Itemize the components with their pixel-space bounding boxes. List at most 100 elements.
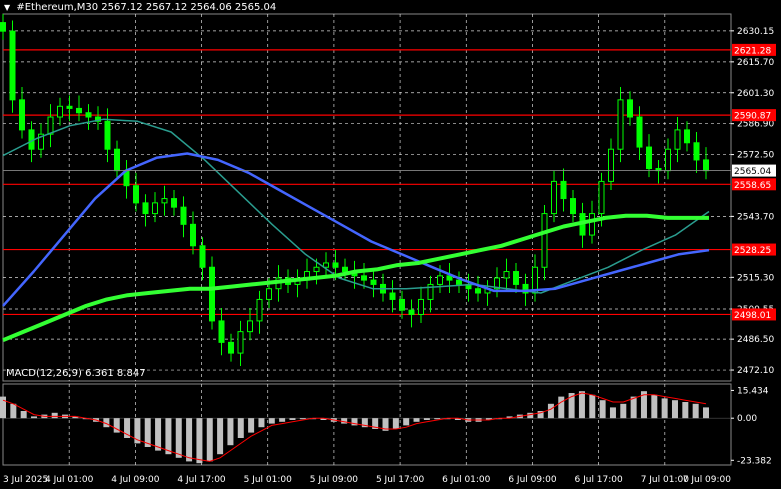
candle <box>218 320 225 343</box>
macd-y-tick-label: 0.00 <box>737 414 757 424</box>
candle <box>408 309 415 315</box>
x-tick-label: 5 Jul 09:00 <box>310 475 359 485</box>
macd-bar <box>413 418 420 422</box>
candle <box>598 180 605 215</box>
macd-bar <box>165 418 172 455</box>
candle <box>266 288 272 300</box>
candle <box>47 116 54 135</box>
candle <box>551 180 557 215</box>
macd-bar <box>237 418 244 438</box>
x-tick-label: 6 Jul 09:00 <box>508 475 557 485</box>
macd-bar <box>630 396 637 419</box>
y-tick-label: 2472.10 <box>737 366 774 376</box>
macd-bar <box>609 407 616 419</box>
macd-bar <box>51 412 58 419</box>
macd-bar <box>279 418 286 422</box>
macd-bar <box>558 396 565 419</box>
candle <box>703 159 709 172</box>
candle <box>674 129 681 150</box>
candle <box>399 298 405 311</box>
candle <box>608 148 614 182</box>
candle <box>646 146 652 170</box>
candle <box>389 292 396 300</box>
candle <box>171 198 177 208</box>
level-price-label: 2498.01 <box>734 311 771 321</box>
x-tick-label: 4 Jul 17:00 <box>177 475 226 485</box>
candle <box>237 331 244 354</box>
candle <box>665 148 671 172</box>
candle <box>446 275 453 281</box>
main-frame <box>2 13 732 382</box>
macd-bar <box>703 407 709 419</box>
x-tick-label: 7 Jul 09:00 <box>683 475 732 485</box>
candle <box>256 298 263 322</box>
macd-label: MACD(12,26,9) 6.361 8.847 <box>6 368 146 379</box>
candle <box>560 180 567 200</box>
macd-bar <box>671 400 678 419</box>
x-tick-label: 3 Jul 2025 <box>3 475 48 485</box>
candle <box>104 120 111 150</box>
candle <box>76 107 82 114</box>
candle <box>342 266 348 273</box>
price-chart[interactable]: 3 Jul 20254 Jul 01:00 4 Jul 09:00 4 Jul 17… <box>0 0 781 489</box>
candle <box>589 213 595 236</box>
candle <box>199 245 206 268</box>
x-tick-label: 4 Jul 01:00 <box>45 475 94 485</box>
macd-y-tick-label: -23.382 <box>737 456 772 466</box>
candle <box>636 116 643 148</box>
candle <box>66 105 73 109</box>
candle <box>9 30 16 101</box>
macd-bar <box>403 418 410 426</box>
x-tick-label: 6 Jul 17:00 <box>575 475 624 485</box>
macd-bar <box>206 418 213 462</box>
y-tick-label: 2615.70 <box>737 58 774 68</box>
macd-bar <box>20 411 27 419</box>
candle <box>684 129 690 144</box>
candle <box>0 22 6 32</box>
x-tick-label: 4 Jul 09:00 <box>111 475 160 485</box>
candle <box>627 99 633 118</box>
y-tick-label: 2630.15 <box>737 27 774 37</box>
macd-bar <box>268 418 275 424</box>
x-tick-label: 5 Jul 17:00 <box>376 475 425 485</box>
candle <box>247 320 253 333</box>
candle <box>209 266 215 322</box>
candle <box>57 105 63 118</box>
level-price-label: 2621.28 <box>734 46 771 56</box>
y-tick-label: 2572.50 <box>737 151 774 161</box>
x-tick-label: 5 Jul 01:00 <box>244 475 293 485</box>
candle <box>541 213 548 268</box>
macd-bar <box>258 418 265 428</box>
macd-bar <box>299 418 306 420</box>
x-tick-label: 6 Jul 01:00 <box>442 475 491 485</box>
macd-bar <box>175 418 182 458</box>
macd-bar <box>341 418 348 424</box>
macd-bar <box>392 418 399 429</box>
y-tick-label: 2515.30 <box>737 273 774 283</box>
macd-bar <box>620 403 627 419</box>
y-tick-label: 2601.30 <box>737 89 774 99</box>
current-price-label: 2565.04 <box>734 167 771 177</box>
level-price-label: 2528.25 <box>734 246 771 256</box>
ma-slow-line <box>2 213 709 343</box>
candle <box>114 148 120 172</box>
candle <box>617 99 624 150</box>
macd-bar <box>186 418 193 462</box>
candle <box>475 288 481 294</box>
macd-bar <box>589 394 596 419</box>
chart-window[interactable]: ▼ #Ethereum,M30 2567.12 2567.12 2564.06 … <box>0 0 781 489</box>
candle <box>190 223 196 247</box>
candle <box>437 275 443 285</box>
macd-bar <box>10 403 17 419</box>
macd-bar <box>682 402 689 419</box>
macd-bar <box>547 403 554 419</box>
candle <box>332 262 339 268</box>
candle <box>19 99 25 131</box>
macd-bar <box>196 418 203 464</box>
macd-bar <box>578 391 585 419</box>
candle <box>152 202 158 215</box>
macd-bar <box>651 394 658 419</box>
macd-bar <box>692 403 699 419</box>
candle <box>693 142 700 161</box>
macd-bar <box>217 418 224 455</box>
